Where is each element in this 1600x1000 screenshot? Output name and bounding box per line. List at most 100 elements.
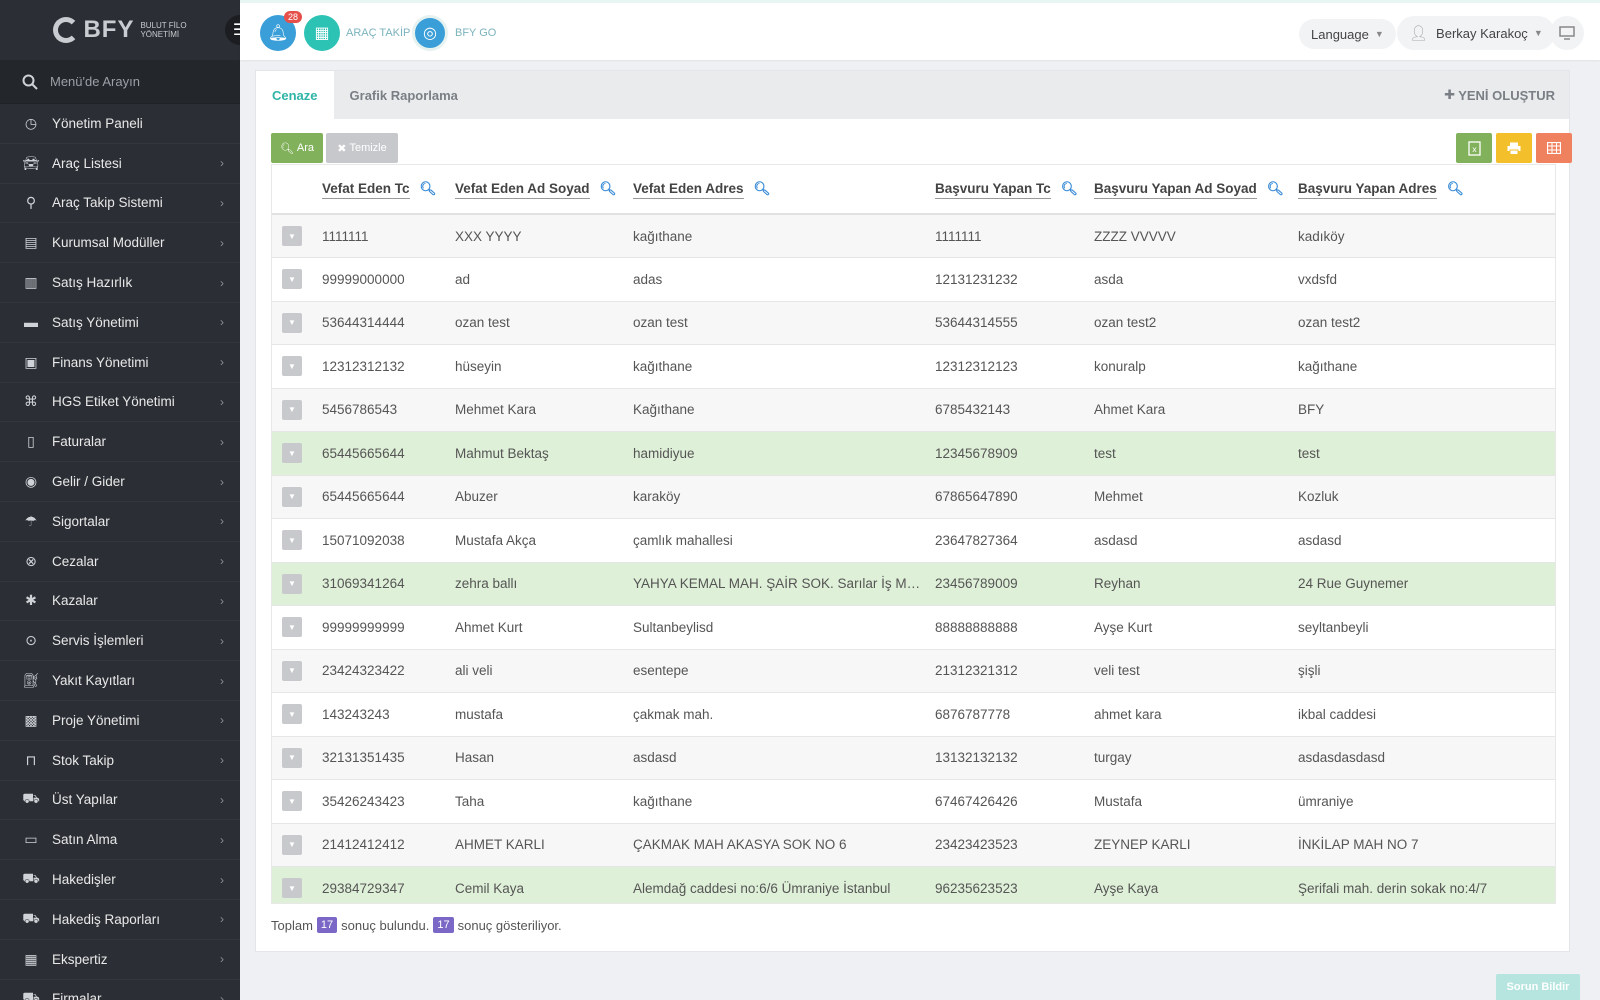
sidebar-item[interactable]: ▥ Satış Hazırlık › — [0, 263, 240, 303]
expand-row-button[interactable]: ▼ — [282, 530, 302, 551]
table-cell: 29384729347 — [322, 880, 405, 896]
hamburger-menu-button[interactable]: ☰ — [225, 15, 240, 45]
expand-row-button[interactable]: ▼ — [282, 660, 302, 681]
table-row[interactable]: ▼ 12312312132 hüseyin kağıthane 12312312123 k… — [272, 344, 1555, 388]
sidebar-item[interactable]: ⌘ HGS Etiket Yönetimi › — [0, 383, 240, 423]
chevron-right-icon: › — [220, 434, 224, 449]
bfy-go-button[interactable]: ◎ — [412, 15, 448, 51]
column-header[interactable]: Başvuru Yapan Ad Soyad 🔍︎ — [1086, 165, 1290, 214]
table-row[interactable]: ▼ 65445665644 Mahmut Bektaş hamidiyue 123456… — [272, 431, 1555, 475]
bfy-go-label[interactable]: BFY GO — [455, 27, 496, 39]
column-header[interactable]: Vefat Eden Tc 🔍︎ — [314, 165, 447, 214]
sidebar-item[interactable]: ▩ Proje Yönetimi › — [0, 701, 240, 741]
sidebar-item[interactable]: ⛟ Hakedişler › — [0, 860, 240, 900]
table-row[interactable]: ▼ 5456786543 Mehmet Kara Kağıthane 678543214… — [272, 388, 1555, 432]
report-issue-button[interactable]: Sorun Bildir — [1496, 974, 1580, 1000]
tab-cenaze[interactable]: Cenaze — [256, 71, 334, 119]
notifications-button[interactable]: 🔔︎ 28 — [260, 11, 302, 51]
sidebar-item[interactable]: 🚘︎ Araç Listesi › — [0, 144, 240, 184]
expand-row-button[interactable]: ▼ — [282, 399, 302, 420]
sidebar-item[interactable]: ◷ Yönetim Paneli — [0, 104, 240, 144]
table-row[interactable]: ▼ 23424323422 ali veli esentepe 21312321312 v… — [272, 649, 1555, 693]
search-icon[interactable]: 🔍︎ — [600, 181, 617, 196]
expand-row-button[interactable]: ▼ — [282, 443, 302, 464]
sidebar-item-label: Yakıt Kayıtları — [52, 673, 136, 689]
print-button[interactable] — [1496, 133, 1532, 163]
table-cell: Taha — [455, 793, 485, 809]
table-cell: 31069341264 — [322, 576, 405, 592]
table-row[interactable]: ▼ 65445665644 Abuzer karaköy 67865647890 Mehm… — [272, 475, 1555, 519]
expand-row-button[interactable]: ▼ — [282, 573, 302, 594]
table-row[interactable]: ▼ 99999999999 Ahmet Kurt Sultanbeylisd 88888… — [272, 605, 1555, 649]
sidebar-item[interactable]: ▭ Satın Alma › — [0, 820, 240, 861]
sidebar-item[interactable]: ✱ Kazalar › — [0, 582, 240, 622]
main-panel: Cenaze Grafik Raporlama ✚ YENİ OLUŞTUR 🔍… — [255, 70, 1572, 952]
tab-grafik-raporlama[interactable]: Grafik Raporlama — [334, 71, 474, 119]
table-row[interactable]: ▼ 31069341264 zehra ballı YAHYA KEMAL MAH. … — [272, 562, 1555, 606]
logo[interactable]: BFY BULUT FİLO YÖNETİMİ ☰ — [0, 0, 240, 60]
table-row[interactable]: ▼ 1111111 XXX YYYY kağıthane 1111111 ZZZZ VVV… — [272, 214, 1555, 258]
table-row[interactable]: ▼ 15071092038 Mustafa Akça çamlık mahallesi… — [272, 518, 1555, 562]
chevron-right-icon: › — [220, 633, 224, 648]
sidebar-item[interactable]: ⊓ Stok Takip › — [0, 741, 240, 781]
sidebar-item[interactable]: ▣ Finans Yönetimi › — [0, 343, 240, 383]
search-icon[interactable]: 🔍︎ — [1447, 181, 1464, 196]
sidebar-item[interactable]: ☂ Sigortalar › — [0, 502, 240, 542]
table-row[interactable]: ▼ 99999000000 ad adas 12131231232 asda vxdsfd — [272, 257, 1555, 301]
expand-row-button[interactable]: ▼ — [282, 356, 302, 377]
sidebar-item[interactable]: ⛟ Üst Yapılar › — [0, 781, 240, 821]
table-row[interactable]: ▼ 29384729347 Cemil Kaya Alemdağ caddesi no… — [272, 866, 1555, 903]
expand-row-button[interactable]: ▼ — [282, 226, 302, 246]
table-row[interactable]: ▼ 32131351435 Hasan asdasd 13132132132 turgay… — [272, 736, 1555, 780]
fullscreen-button[interactable] — [1550, 16, 1584, 50]
table-cell: 23647827364 — [935, 532, 1018, 548]
language-dropdown[interactable]: Language ▼ — [1299, 19, 1396, 49]
chevron-right-icon: › — [220, 394, 224, 409]
table-row[interactable]: ▼ 35426243423 Taha kağıthane 67467426426 Must… — [272, 779, 1555, 823]
inbox-icon: ⊓ — [25, 751, 37, 768]
expand-row-button[interactable]: ▼ — [282, 617, 302, 638]
sidebar-item[interactable]: ▬ Satış Yönetimi › — [0, 303, 240, 343]
sidebar-item[interactable]: ▤ Kurumsal Modüller › — [0, 223, 240, 264]
columns-button[interactable] — [1536, 133, 1572, 163]
sidebar-item[interactable]: ▦ Ekspertiz › — [0, 940, 240, 980]
table-cell: asdasd — [1298, 532, 1342, 548]
clear-button[interactable]: ✖ Temizle — [326, 133, 398, 163]
sidebar-item[interactable]: ⛟ Firmalar › — [0, 980, 240, 1000]
new-create-button[interactable]: ✚ YENİ OLUŞTUR — [1444, 71, 1555, 119]
table-cell: ozan test2 — [1094, 315, 1157, 331]
sidebar-item[interactable]: ⚲ Araç Takip Sistemi › — [0, 184, 240, 224]
expand-row-button[interactable]: ▼ — [282, 486, 302, 507]
table-row[interactable]: ▼ 143243243 mustafa çakmak mah. 6876787778 ah… — [272, 692, 1555, 736]
menu-search[interactable]: Menü'de Arayın — [0, 60, 240, 104]
expand-row-button[interactable]: ▼ — [282, 878, 302, 899]
search-icon[interactable]: 🔍︎ — [420, 181, 437, 196]
user-menu-dropdown[interactable]: 👤︎ Berkay Karakoç ▼ — [1397, 16, 1555, 50]
expand-row-button[interactable]: ▼ — [282, 269, 302, 290]
column-header[interactable]: Başvuru Yapan Adres 🔍︎ — [1290, 165, 1555, 214]
search-icon[interactable]: 🔍︎ — [754, 181, 771, 196]
search-button[interactable]: 🔍︎ Ara — [271, 133, 323, 163]
search-icon[interactable]: 🔍︎ — [1267, 181, 1284, 196]
sidebar-item[interactable]: ⛽︎ Yakıt Kayıtları › — [0, 661, 240, 701]
expand-row-button[interactable]: ▼ — [282, 704, 302, 725]
column-header[interactable]: Vefat Eden Adres 🔍︎ — [625, 165, 927, 214]
table-row[interactable]: ▼ 21412412412 AHMET KARLI ÇAKMAK MAH AKASYA… — [272, 823, 1555, 867]
arac-takip-button[interactable]: ▦ — [304, 15, 340, 51]
table-cell: 12312312132 — [322, 358, 405, 374]
search-icon[interactable]: 🔍︎ — [1061, 181, 1078, 196]
expand-row-button[interactable]: ▼ — [282, 312, 302, 333]
expand-row-button[interactable]: ▼ — [282, 834, 302, 855]
table-row[interactable]: ▼ 53644314444 ozan test ozan test 5364431455… — [272, 301, 1555, 345]
arac-takip-label[interactable]: ARAÇ TAKİP — [346, 27, 410, 39]
column-header[interactable]: Başvuru Yapan Tc 🔍︎ — [927, 165, 1086, 214]
sidebar-item[interactable]: ⊗ Cezalar › — [0, 542, 240, 582]
sidebar-item[interactable]: ⊙ Servis İşlemleri › — [0, 621, 240, 662]
excel-export-button[interactable]: x — [1456, 133, 1492, 163]
sidebar-item[interactable]: ▯ Faturalar › — [0, 422, 240, 463]
expand-row-button[interactable]: ▼ — [282, 791, 302, 812]
sidebar-item[interactable]: ◉ Gelir / Gider › — [0, 462, 240, 502]
sidebar-item[interactable]: ⛟ Hakediş Raporları › — [0, 900, 240, 940]
expand-row-button[interactable]: ▼ — [282, 747, 302, 768]
column-header[interactable]: Vefat Eden Ad Soyad 🔍︎ — [447, 165, 625, 214]
